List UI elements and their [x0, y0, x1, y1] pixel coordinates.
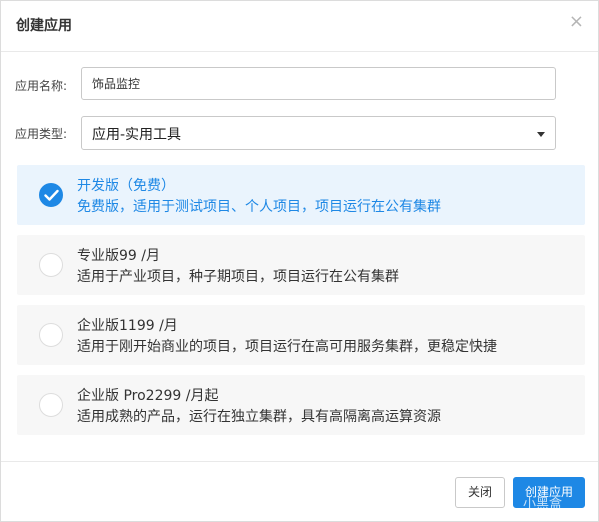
plan-description: 适用于产业项目，种子期项目，项目运行在公有集群 — [77, 269, 399, 285]
close-icon[interactable]: × — [569, 13, 584, 31]
radio-icon[interactable] — [39, 323, 63, 347]
create-app-button[interactable]: 创建应用 — [513, 477, 585, 508]
dialog-header: 创建应用 × — [1, 1, 598, 52]
dialog-title: 创建应用 — [16, 18, 72, 34]
radio-icon[interactable] — [39, 253, 63, 277]
create-app-dialog: 创建应用 × 应用名称: 应用类型: 应用-实用工具 开发版（免费） 免费版，适… — [0, 0, 599, 522]
close-button[interactable]: 关闭 — [455, 477, 505, 508]
plan-name: 企业版 Pro2299 /月起 — [77, 388, 219, 404]
plan-name: 企业版1199 /月 — [77, 318, 178, 334]
app-name-input[interactable] — [81, 67, 556, 100]
plan-option-pro[interactable]: 专业版99 /月 适用于产业项目，种子期项目，项目运行在公有集群 — [17, 235, 585, 295]
plan-name: 开发版（免费） — [77, 178, 175, 194]
plan-option-enterprise[interactable]: 企业版1199 /月 适用于刚开始商业的项目，项目运行在高可用服务集群，更稳定快… — [17, 305, 585, 365]
app-type-label: 应用类型: — [15, 127, 68, 141]
plan-description: 适用成熟的产品，运行在独立集群，具有高隔离高运算资源 — [77, 409, 441, 425]
app-name-label: 应用名称: — [15, 79, 68, 93]
plan-description: 免费版，适用于测试项目、个人项目，项目运行在公有集群 — [77, 199, 441, 215]
plan-description: 适用于刚开始商业的项目，项目运行在高可用服务集群，更稳定快捷 — [77, 339, 497, 355]
radio-icon[interactable] — [39, 393, 63, 417]
app-type-selected-value: 应用-实用工具 — [92, 127, 182, 143]
plan-name: 专业版99 /月 — [77, 248, 160, 264]
plan-option-enterprise-pro[interactable]: 企业版 Pro2299 /月起 适用成熟的产品，运行在独立集群，具有高隔离高运算… — [17, 375, 585, 435]
check-icon[interactable] — [39, 183, 63, 207]
footer-divider — [1, 461, 598, 462]
plan-option-dev[interactable]: 开发版（免费） 免费版，适用于测试项目、个人项目，项目运行在公有集群 — [17, 165, 585, 225]
app-type-select[interactable]: 应用-实用工具 — [81, 116, 556, 150]
caret-down-icon — [537, 132, 545, 137]
